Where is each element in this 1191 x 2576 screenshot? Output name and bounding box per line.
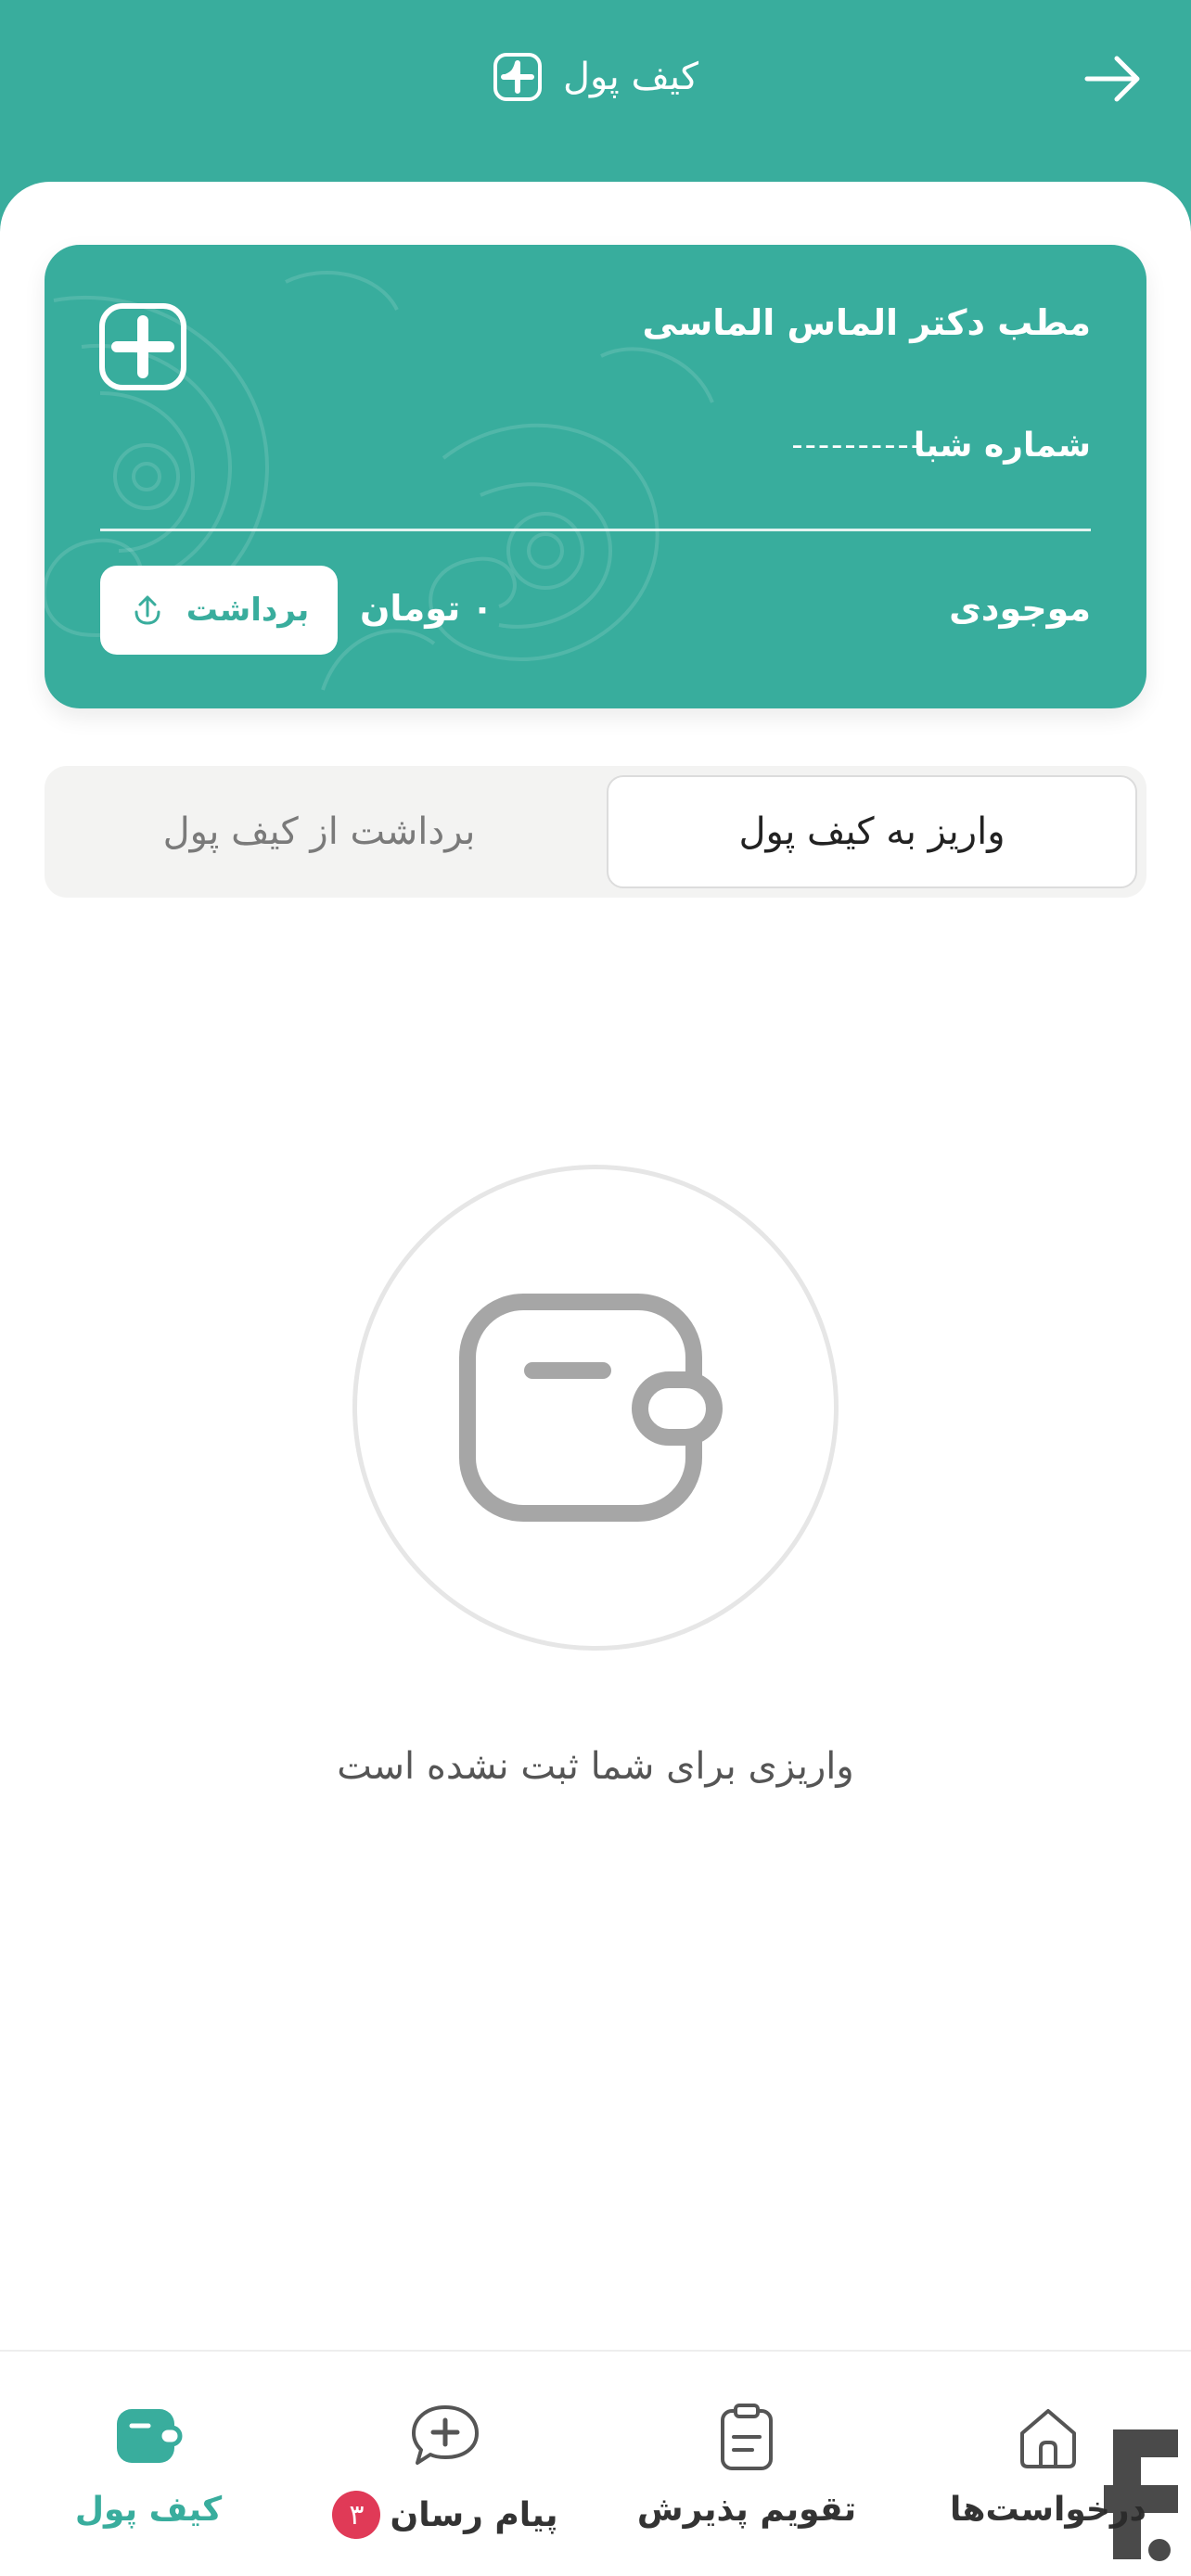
- sheba-label: شماره شبا: [913, 427, 1091, 465]
- tab-withdraw[interactable]: برداشت از کیف پول: [54, 775, 584, 888]
- withdraw-button[interactable]: برداشت: [100, 566, 338, 655]
- balance-value: ۰ تومان: [360, 588, 493, 629]
- empty-state-text: واریزی برای شما ثبت نشده است: [337, 1745, 854, 1788]
- wallet-icon: [459, 1294, 723, 1522]
- withdraw-button-label: برداشت: [186, 592, 310, 629]
- clinic-logo-icon: [99, 303, 186, 390]
- nav-item-wallet[interactable]: کیف پول: [56, 2352, 241, 2576]
- plus-square-icon: [493, 53, 542, 101]
- nav-label-row-messenger: پیام رسان ۳: [332, 2474, 558, 2539]
- nav-item-calendar[interactable]: تقویم پذیرش: [636, 2352, 857, 2576]
- tab-deposit[interactable]: واریز به کیف پول: [607, 775, 1137, 888]
- clipboard-icon: [721, 2404, 773, 2470]
- bottom-nav: کیف پول پیام رسان ۳ تقویم پذیرش درخواست‌…: [0, 2350, 1191, 2576]
- chat-plus-icon: [412, 2405, 479, 2465]
- nav-label-messenger: پیام رسان: [390, 2495, 558, 2534]
- upload-icon: [134, 595, 160, 625]
- app-header: کیف پول: [0, 0, 1191, 204]
- card-divider: [100, 529, 1091, 531]
- clinic-name: مطب دکتر الماس الماسی: [642, 302, 1091, 343]
- nav-label-calendar: تقویم پذیرش: [636, 2491, 857, 2529]
- balance-unit: تومان: [360, 588, 461, 629]
- store-watermark-icon: [1104, 2429, 1178, 2561]
- header-title-group: کیف پول: [0, 45, 1191, 109]
- nav-item-messenger[interactable]: پیام رسان ۳: [332, 2352, 558, 2576]
- nav-label-wallet: کیف پول: [74, 2491, 223, 2529]
- wallet-tabs: واریز به کیف پول برداشت از کیف پول: [45, 766, 1146, 898]
- balance-label: موجودی: [949, 588, 1091, 629]
- wallet-icon: [117, 2409, 183, 2463]
- unread-badge: ۳: [332, 2491, 381, 2539]
- balance-amount: ۰: [471, 588, 493, 629]
- home-icon: [1020, 2409, 1076, 2468]
- wallet-card: مطب دکتر الماس الماسی شماره شبا --------…: [45, 245, 1146, 708]
- page-title: کیف پول: [562, 56, 699, 98]
- sheba-value: ----------: [791, 427, 924, 464]
